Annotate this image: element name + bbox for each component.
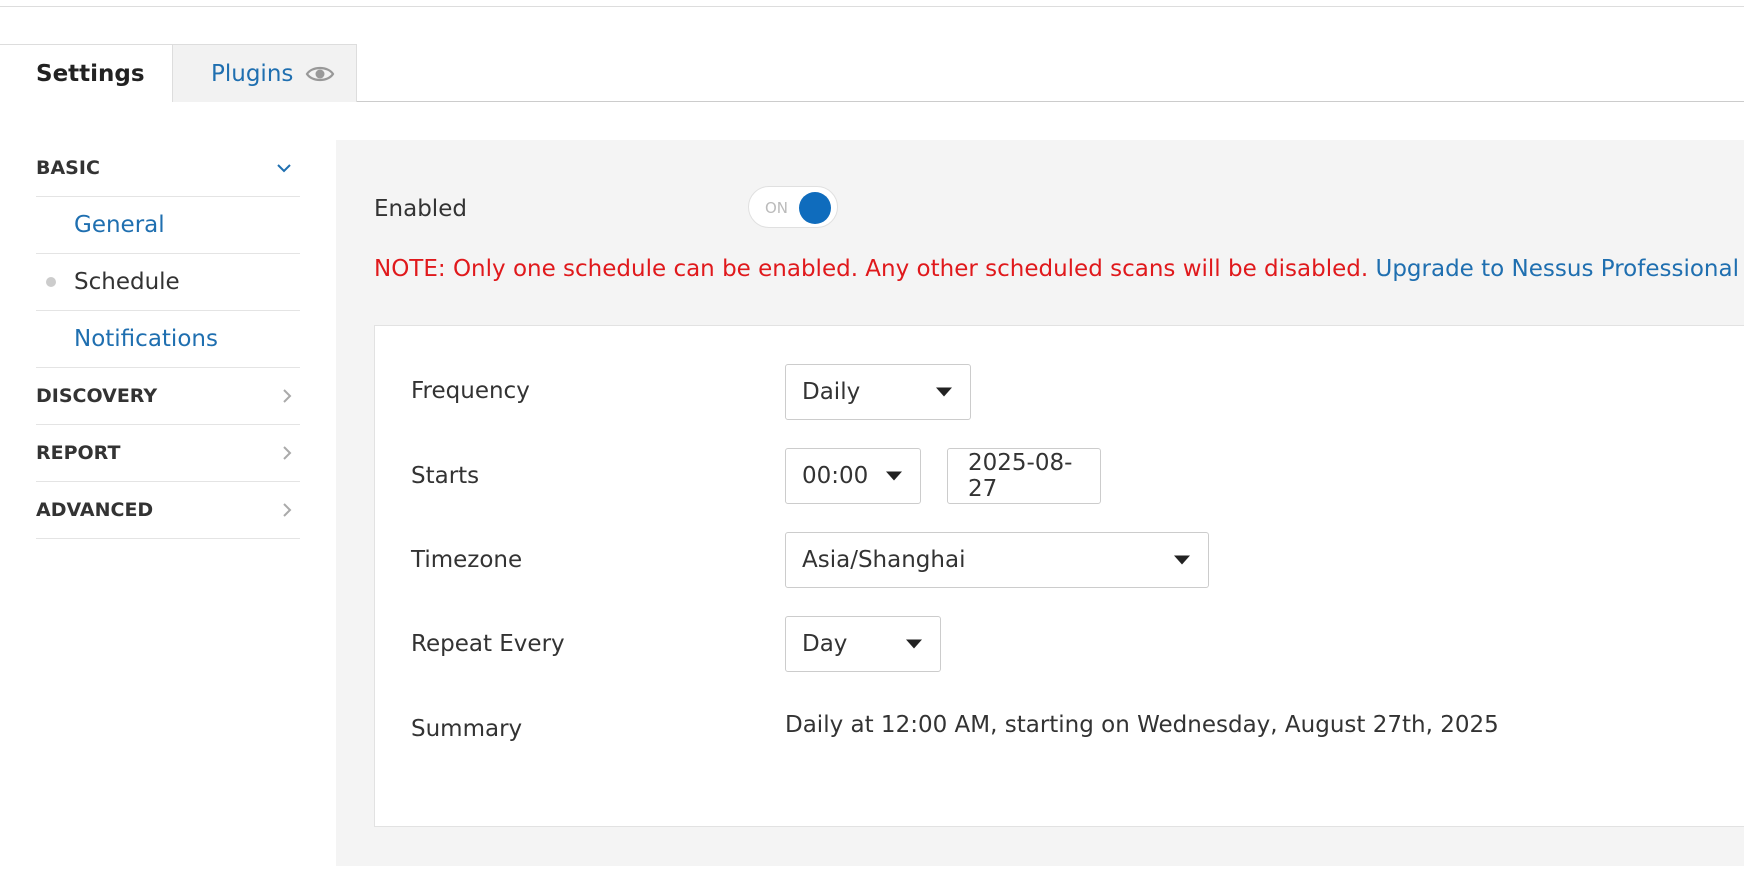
enabled-toggle[interactable]: ON — [748, 186, 838, 228]
sidebar-section-label: BASIC — [36, 157, 100, 179]
schedule-panel: Enabled ON NOTE: Only one schedule can b… — [336, 140, 1744, 866]
note-text: NOTE: Only one schedule can be enabled. … — [374, 256, 1369, 282]
chevron-right-icon — [282, 445, 292, 461]
caret-down-icon — [1174, 555, 1190, 565]
chevron-right-icon — [282, 502, 292, 518]
repeat-every-value: Day — [802, 631, 848, 657]
timezone-select[interactable]: Asia/Shanghai — [785, 532, 1209, 588]
top-divider — [0, 6, 1744, 7]
tab-settings[interactable]: Settings — [0, 44, 172, 103]
toggle-knob — [799, 192, 831, 224]
frequency-value: Daily — [802, 379, 861, 405]
sidebar-section-basic[interactable]: BASIC — [36, 140, 300, 197]
schedule-card: Frequency Daily Starts 00:00 2025-08-27 … — [374, 325, 1744, 827]
tab-bar: Settings Plugins — [0, 44, 1744, 103]
starts-label: Starts — [411, 463, 480, 489]
sidebar-item-schedule[interactable]: Schedule — [36, 254, 300, 311]
caret-down-icon — [886, 471, 902, 481]
active-indicator-dot — [46, 277, 56, 287]
start-time-select[interactable]: 00:00 — [785, 448, 921, 504]
eye-icon — [305, 64, 335, 84]
sidebar-section-report[interactable]: REPORT — [36, 425, 300, 482]
caret-down-icon — [906, 639, 922, 649]
sidebar-item-label: Schedule — [74, 269, 180, 295]
frequency-label: Frequency — [411, 378, 530, 404]
sidebar-item-label: Notifications — [74, 326, 218, 352]
schedule-note: NOTE: Only one schedule can be enabled. … — [374, 256, 1739, 282]
sidebar-section-label: ADVANCED — [36, 499, 154, 521]
sidebar-section-discovery[interactable]: DISCOVERY — [36, 368, 300, 425]
chevron-right-icon — [282, 388, 292, 404]
tab-plugins[interactable]: Plugins — [172, 44, 357, 102]
timezone-label: Timezone — [411, 547, 523, 573]
start-time-value: 00:00 — [802, 463, 869, 489]
start-date-value: 2025-08-27 — [968, 450, 1073, 502]
timezone-value: Asia/Shanghai — [802, 547, 966, 573]
repeat-every-label: Repeat Every — [411, 631, 565, 657]
upgrade-link[interactable]: Upgrade to Nessus Professional — [1376, 256, 1739, 282]
summary-label: Summary — [411, 716, 523, 742]
chevron-down-icon — [276, 163, 292, 173]
sidebar-section-label: REPORT — [36, 442, 121, 464]
frequency-select[interactable]: Daily — [785, 364, 971, 420]
tab-plugins-label: Plugins — [211, 60, 294, 87]
caret-down-icon — [936, 387, 952, 397]
sidebar-item-notifications[interactable]: Notifications — [36, 311, 300, 368]
enabled-label: Enabled — [374, 196, 467, 222]
start-date-input[interactable]: 2025-08-27 — [947, 448, 1101, 504]
sidebar-item-general[interactable]: General — [36, 197, 300, 254]
sidebar: BASIC General Schedule Notifications DIS… — [36, 140, 300, 539]
summary-text: Daily at 12:00 AM, starting on Wednesday… — [785, 712, 1499, 738]
repeat-every-select[interactable]: Day — [785, 616, 941, 672]
tab-settings-label: Settings — [36, 61, 145, 87]
sidebar-item-label: General — [74, 212, 165, 238]
toggle-on-text: ON — [765, 199, 789, 217]
sidebar-section-label: DISCOVERY — [36, 385, 158, 407]
sidebar-section-advanced[interactable]: ADVANCED — [36, 482, 300, 539]
